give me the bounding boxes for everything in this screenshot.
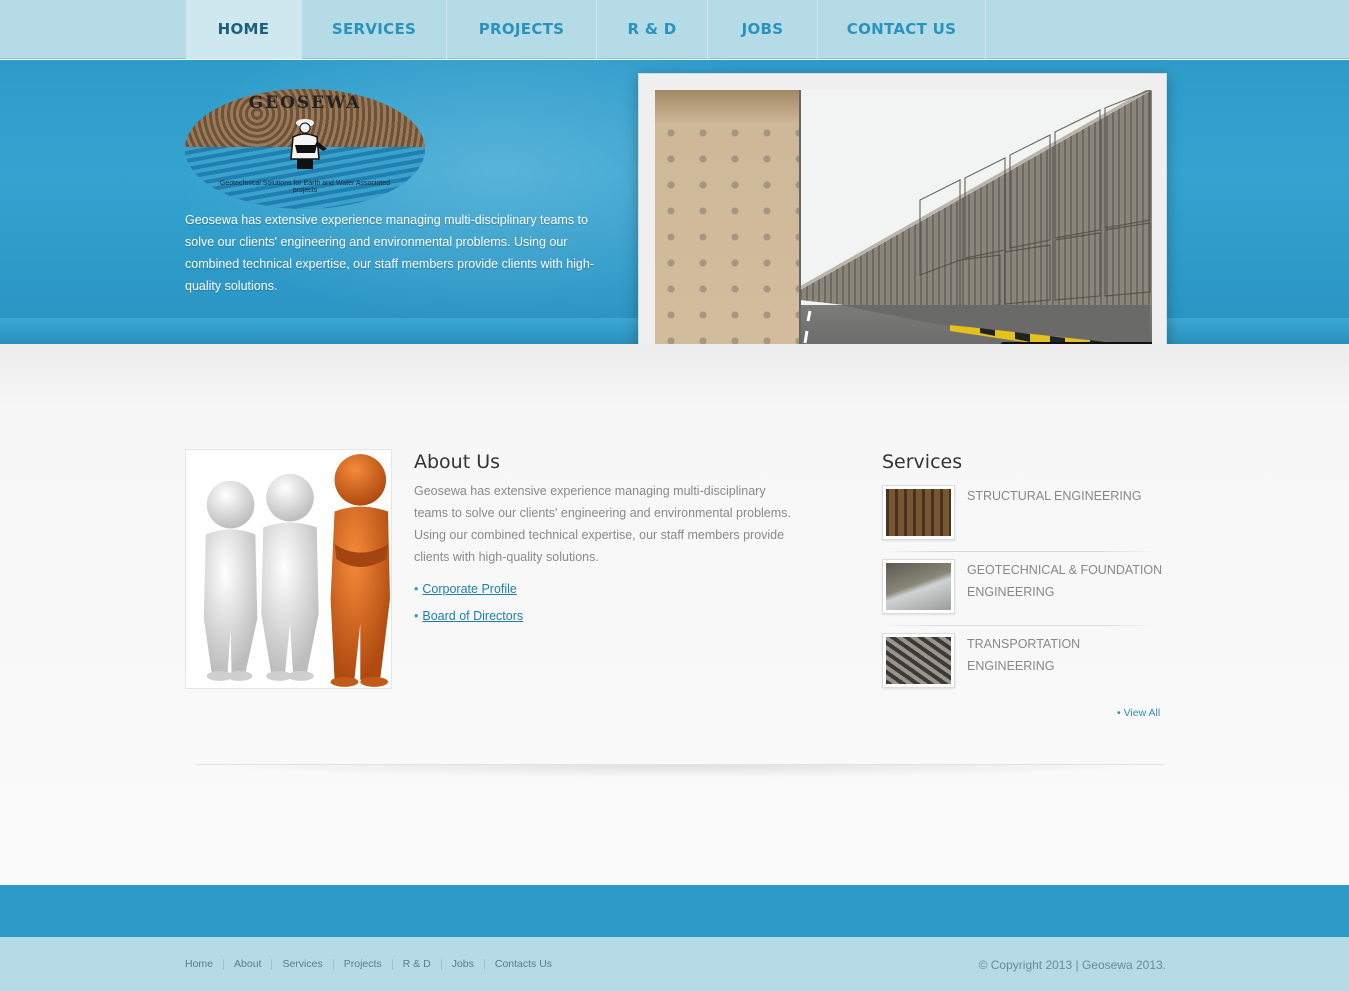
- top-nav: HOME SERVICES PROJECTS R & D JOBS CONTAC…: [0, 0, 1349, 59]
- service-thumbnail: [882, 559, 955, 614]
- service-thumbnail: [882, 633, 955, 688]
- footer-separator: [271, 958, 273, 970]
- service-item-transportation[interactable]: TRANSPORTATION ENGINEERING: [882, 633, 1165, 707]
- about-links: • Corporate Profile • Board of Directors: [414, 576, 523, 630]
- footer-separator: [483, 958, 485, 970]
- view-all-label: View All: [1123, 707, 1161, 719]
- nav-menu: HOME SERVICES PROJECTS R & D JOBS CONTAC…: [186, 0, 986, 59]
- footer-separator: [223, 958, 225, 970]
- footer-link-services[interactable]: Services: [282, 958, 322, 970]
- footer-band: [0, 885, 1349, 937]
- structural-rebar-image: [886, 489, 951, 536]
- corporate-profile-link-label: Corporate Profile: [422, 582, 517, 596]
- footer-link-contacts[interactable]: Contacts Us: [495, 958, 552, 970]
- nav-item-jobs[interactable]: JOBS: [708, 0, 818, 59]
- slider-image-retaining-wall: [655, 90, 1152, 377]
- service-label: GEOTECHNICAL & FOUNDATION ENGINEERING: [967, 563, 1163, 599]
- view-all-link[interactable]: • View All: [1117, 707, 1160, 719]
- logo-wordmark: GEOSEWA: [248, 93, 362, 113]
- services-heading: Services: [882, 451, 963, 473]
- slide-divider: [799, 90, 801, 377]
- footer-link-rd[interactable]: R & D: [403, 958, 431, 970]
- team-figures-illustration: [203, 454, 391, 687]
- corporate-profile-link[interactable]: • Corporate Profile: [414, 576, 523, 603]
- board-of-directors-link[interactable]: • Board of Directors: [414, 603, 523, 630]
- site-logo[interactable]: GEOSEWA Geotechnical Solutions for Earth…: [185, 89, 425, 209]
- nav-item-contact-us[interactable]: CONTACT US: [818, 0, 986, 59]
- bullet-icon: •: [1117, 707, 1124, 719]
- nav-item-projects[interactable]: PROJECTS: [447, 0, 597, 59]
- geotechnical-site-image: [886, 563, 951, 610]
- board-of-directors-link-label: Board of Directors: [422, 609, 524, 623]
- nav-item-services[interactable]: SERVICES: [302, 0, 447, 59]
- image-slider[interactable]: [638, 73, 1167, 383]
- footer-link-jobs[interactable]: Jobs: [452, 958, 474, 970]
- content-divider: [195, 764, 1165, 778]
- service-item-structural[interactable]: STRUCTURAL ENGINEERING: [882, 485, 1165, 559]
- highway-interchange-image: [886, 637, 951, 684]
- service-divider: [882, 625, 1157, 626]
- logo-engineer-figure-icon: [290, 119, 327, 169]
- about-us-heading: About Us: [414, 451, 501, 473]
- nav-item-rd[interactable]: R & D: [597, 0, 708, 59]
- footer-link-projects[interactable]: Projects: [344, 958, 382, 970]
- bullet-icon: •: [414, 582, 419, 596]
- footer-nav: Home About Services Projects R & D Jobs …: [185, 958, 552, 970]
- copyright-text: © Copyright 2013 | Geosewa 2013.: [978, 958, 1166, 972]
- slide-sand-pattern: [655, 120, 800, 377]
- about-us-text: Geosewa has extensive experience managin…: [414, 484, 791, 564]
- footer-link-home[interactable]: Home: [185, 958, 213, 970]
- service-label: STRUCTURAL ENGINEERING: [967, 489, 1142, 503]
- service-thumbnail: [882, 485, 955, 540]
- bullet-icon: •: [414, 609, 419, 623]
- about-us-image: [185, 449, 392, 689]
- logo-tagline: Geotechnical Solutions for Earth and Wat…: [219, 180, 391, 194]
- footer-separator: [440, 958, 442, 970]
- service-label: TRANSPORTATION ENGINEERING: [967, 637, 1081, 673]
- hero-intro-text: Geosewa has extensive experience managin…: [185, 213, 594, 293]
- service-divider: [882, 551, 1157, 552]
- footer-separator: [391, 958, 393, 970]
- footer-link-about[interactable]: About: [234, 958, 261, 970]
- footer-separator: [332, 958, 334, 970]
- nav-item-home[interactable]: HOME: [186, 0, 302, 59]
- service-item-geotechnical[interactable]: GEOTECHNICAL & FOUNDATION ENGINEERING: [882, 559, 1165, 633]
